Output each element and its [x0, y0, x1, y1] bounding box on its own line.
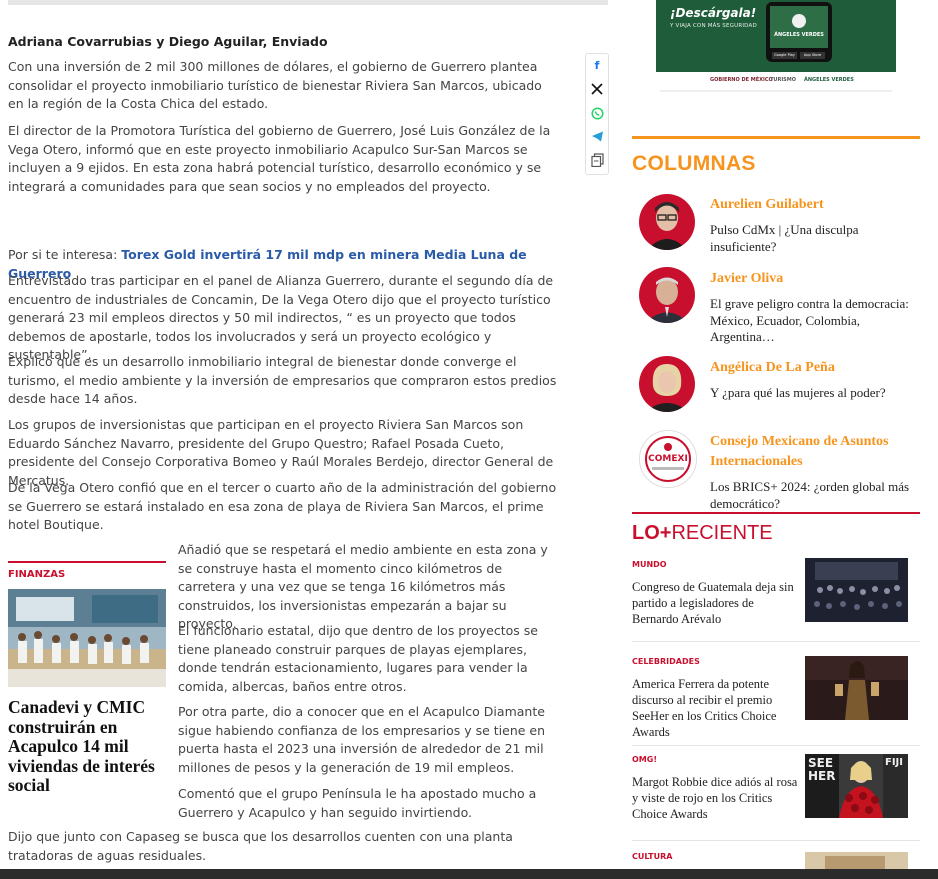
ad-tagline: Y VIAJA CON MÁS SEGURIDAD: [670, 23, 757, 29]
article-paragraph: Con una inversión de 2 mil 300 millones …: [8, 59, 542, 111]
facebook-icon[interactable]: f: [587, 56, 607, 76]
ad-logo-turismo: TURISMO: [770, 77, 797, 83]
reciente-category[interactable]: MUNDO: [632, 560, 667, 569]
ad-headline: ¡Descárgala!: [670, 6, 757, 20]
reciente-title: LO+RECIENTE: [632, 522, 773, 545]
column-title[interactable]: El grave peligro contra la democracia: M…: [710, 296, 922, 346]
ad-store-2: App Store: [803, 53, 822, 57]
avatar[interactable]: [639, 356, 695, 412]
ad-logo-gobierno: GOBIERNO DE MÉXICO: [710, 77, 773, 83]
column-title[interactable]: Y ¿para qué las mujeres al poder?: [710, 385, 922, 402]
comexi-logo-text: COMEXI: [648, 454, 688, 464]
reciente-image-text: SEE: [808, 756, 834, 770]
related-category[interactable]: FINANZAS: [8, 569, 65, 580]
article-byline: Adriana Covarrubias y Diego Aguilar, Env…: [8, 34, 328, 49]
article-paragraph: Entrevistado tras participar en el panel…: [8, 273, 554, 362]
bottom-bar: [0, 869, 938, 879]
article-paragraph: Dijo que junto con Capaseg se busca que …: [8, 829, 513, 863]
x-icon[interactable]: [587, 79, 607, 99]
article-paragraph: Añadió que se respetará el medio ambient…: [178, 542, 548, 631]
comexi-logo[interactable]: COMEXI: [639, 430, 697, 488]
reciente-category[interactable]: OMG!: [632, 755, 657, 764]
column-title[interactable]: Los BRICS+ 2024: ¿orden global más democ…: [710, 479, 922, 512]
columnas-title: COLUMNAS: [632, 152, 756, 175]
ad-store-1: Google Play: [774, 53, 795, 57]
article-paragraph: El director de la Promotora Turística de…: [8, 123, 551, 194]
column-author[interactable]: Angélica De La Peña: [710, 358, 920, 378]
telegram-icon[interactable]: [587, 126, 607, 146]
column-author[interactable]: Consejo Mexicano de Asuntos Internaciona…: [710, 432, 920, 472]
reciente-image[interactable]: [805, 656, 908, 720]
article-paragraph: Comentó que el grupo Península le ha apo…: [178, 786, 537, 820]
reciente-divider: [632, 512, 920, 514]
reciente-image[interactable]: SEE HER FIJI: [805, 754, 908, 818]
column-title[interactable]: Pulso CdMx | ¿Una disculpa insuficiente?: [710, 222, 922, 255]
columnas-divider: [632, 136, 920, 139]
related-divider: [8, 561, 166, 563]
app-ad-banner[interactable]: ¡Descárgala! Y VIAJA CON MÁS SEGURIDAD Á…: [656, 0, 896, 96]
reciente-separator: [632, 641, 920, 642]
article-paragraph: De la Vega Otero confió que en el tercer…: [8, 480, 557, 532]
ad-app-name: ÁNGELES VERDES: [774, 32, 824, 38]
reciente-image[interactable]: [805, 558, 908, 622]
article-paragraph: Explicó que es un desarrollo inmobiliari…: [8, 354, 557, 406]
reciente-headline[interactable]: Margot Robbie dice adiós al rosa y viste…: [632, 774, 802, 822]
reciente-headline[interactable]: Congreso de Guatemala deja sin partido a…: [632, 579, 802, 627]
reciente-image-text: FIJI: [885, 757, 903, 768]
avatar[interactable]: [639, 194, 695, 250]
reciente-separator: [632, 745, 920, 746]
avatar[interactable]: [639, 267, 695, 323]
related-image[interactable]: [8, 589, 166, 687]
whatsapp-icon[interactable]: [587, 103, 607, 123]
top-divider: [8, 0, 608, 5]
copy-icon[interactable]: [587, 150, 607, 170]
reciente-title-bold: LO+: [632, 522, 672, 544]
interest-prefix: Por si te interesa:: [8, 247, 122, 262]
reciente-headline[interactable]: America Ferrera da potente discurso al r…: [632, 676, 802, 740]
related-title[interactable]: Canadevi y CMIC construirán en Acapulco …: [8, 697, 168, 796]
reciente-category[interactable]: CELEBRIDADES: [632, 657, 700, 666]
reciente-image-text: HER: [808, 769, 836, 783]
reciente-separator: [632, 840, 920, 841]
reciente-image[interactable]: [805, 852, 908, 869]
column-author[interactable]: Aurelien Guilabert: [710, 195, 920, 215]
article-paragraph: El funcionario estatal, dijo que dentro …: [178, 623, 538, 694]
share-bar: f: [585, 53, 609, 175]
column-author[interactable]: Javier Oliva: [710, 269, 920, 289]
reciente-title-rest: RECIENTE: [671, 522, 773, 544]
article-paragraph: Por otra parte, dio a conocer que en el …: [178, 704, 546, 775]
ad-logo-angeles: ÁNGELES VERDES: [804, 77, 854, 83]
reciente-category[interactable]: CULTURA: [632, 852, 672, 861]
